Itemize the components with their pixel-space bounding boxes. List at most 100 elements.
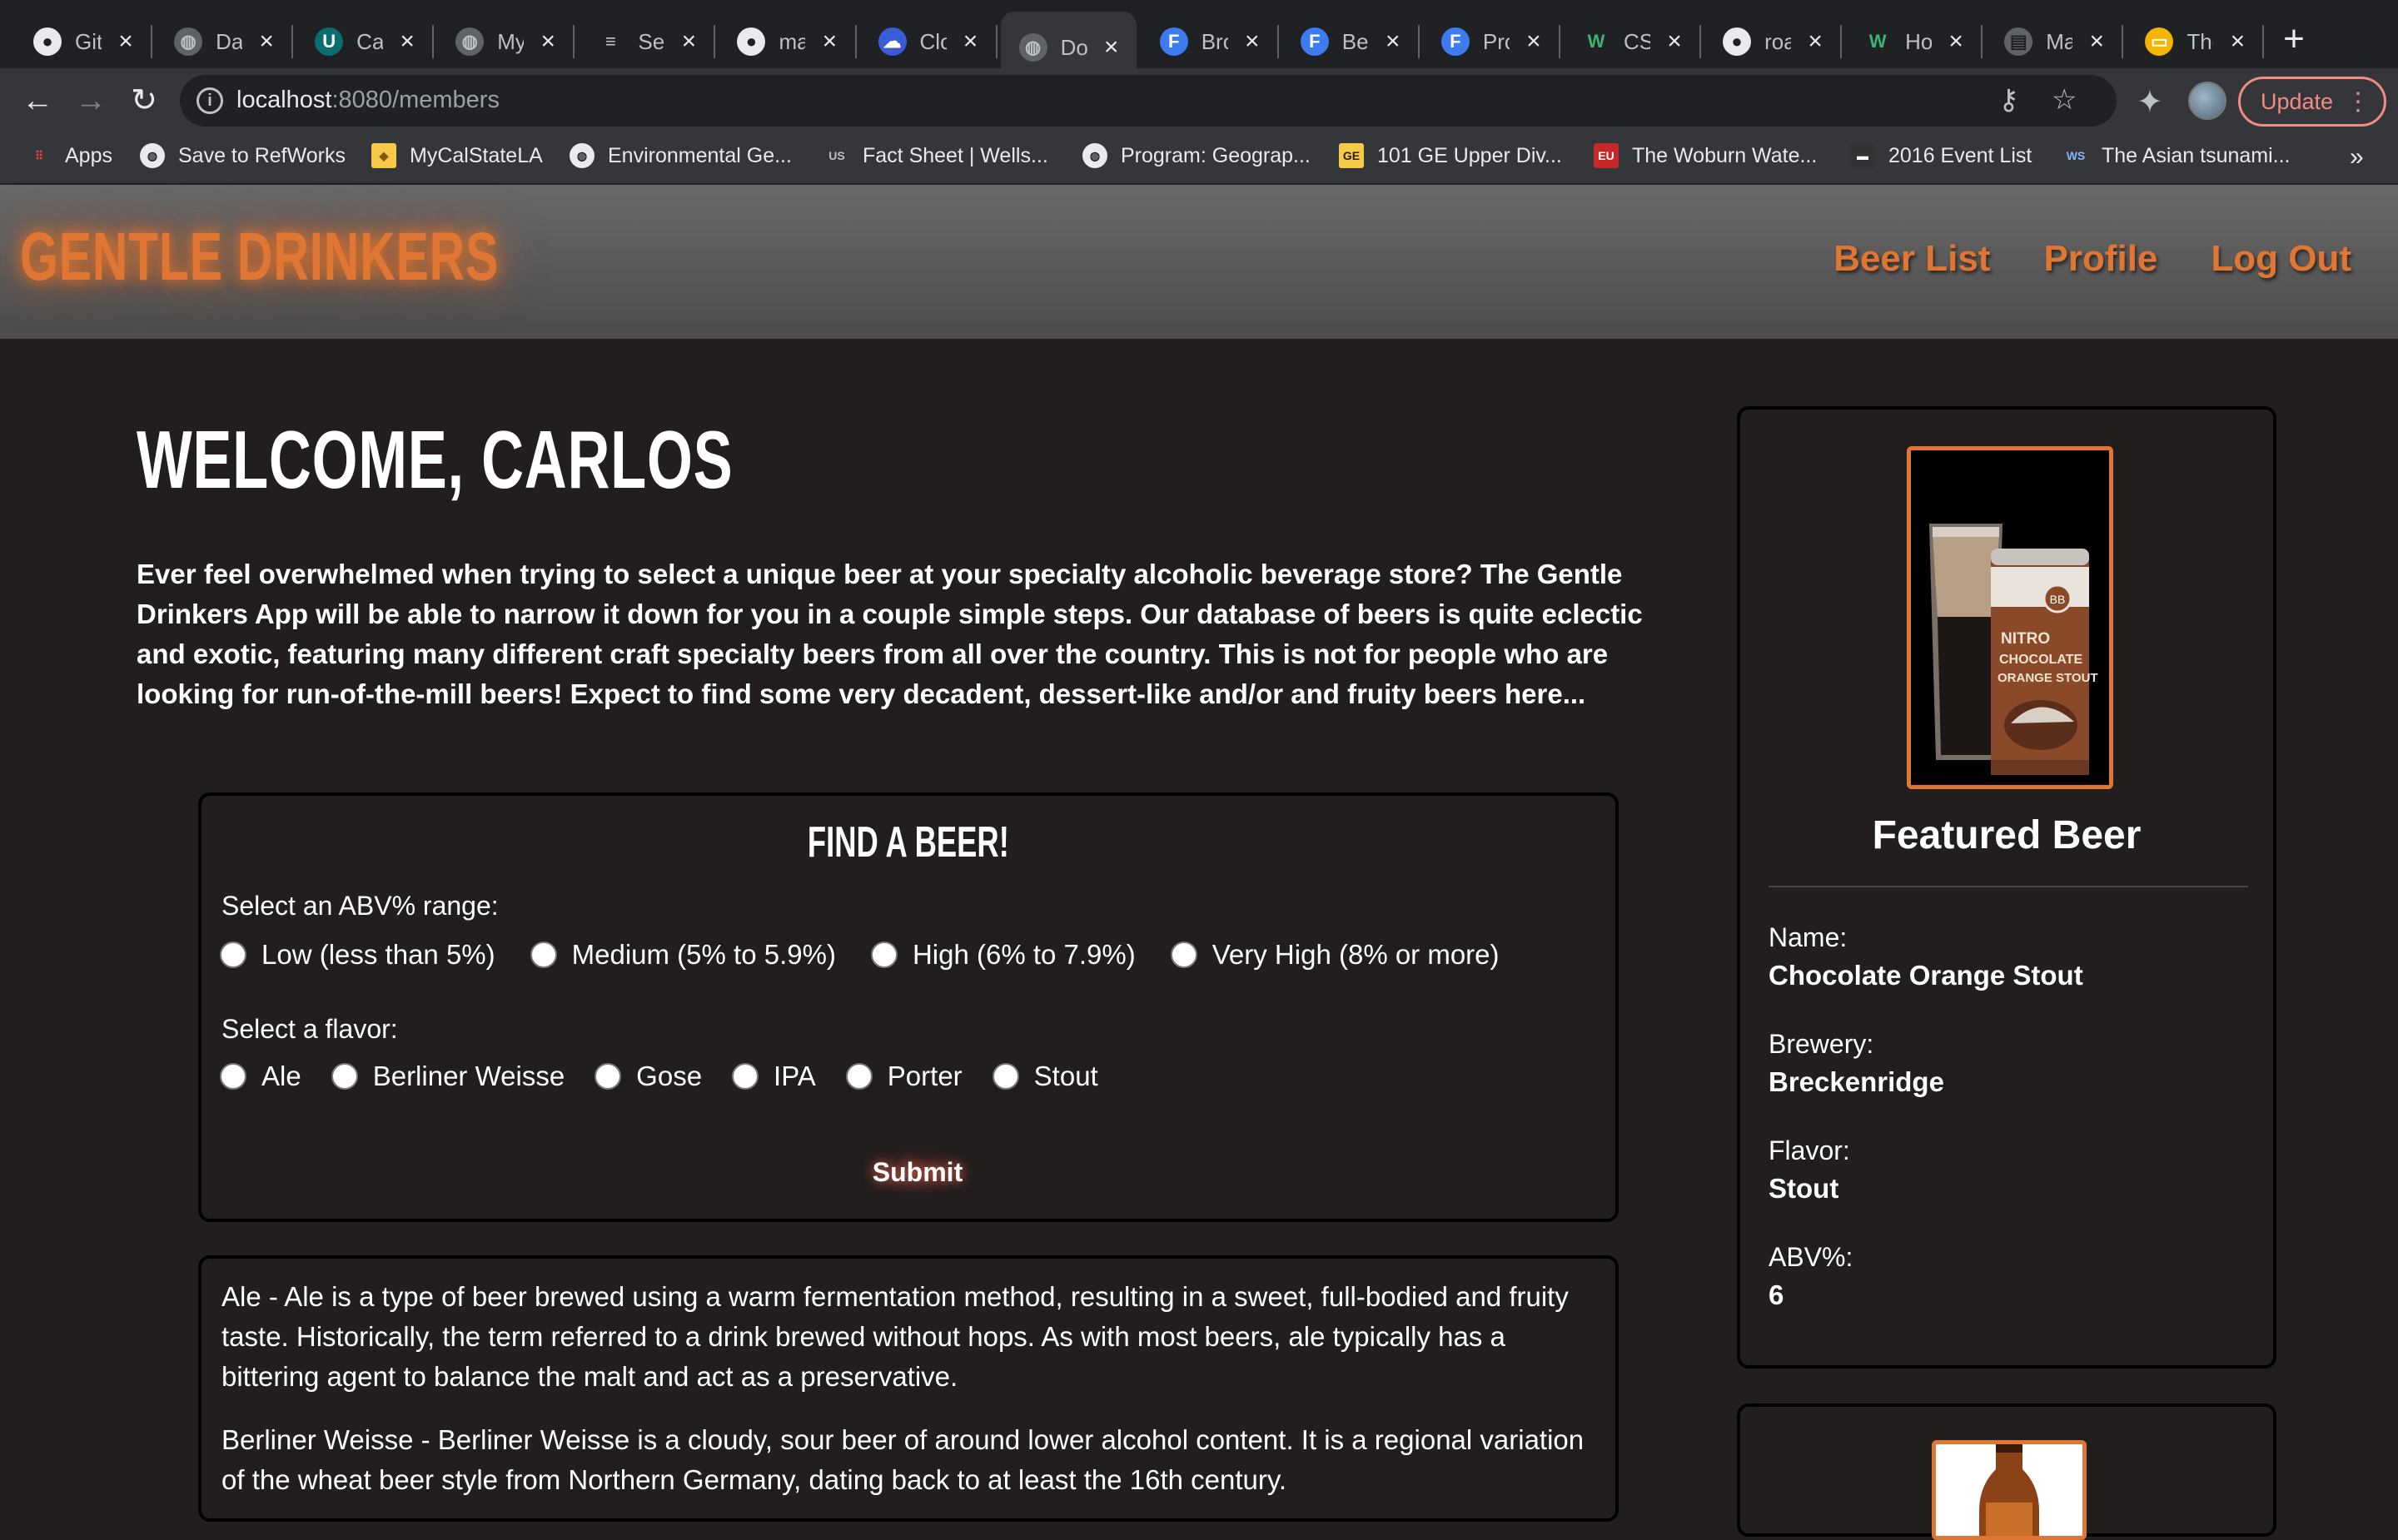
featured-name: Name: Chocolate Orange Stout [1769, 922, 2083, 991]
radio-button[interactable] [331, 1063, 358, 1090]
bookmarks-overflow-icon[interactable]: » [2350, 143, 2364, 171]
back-arrow-icon[interactable]: ← [17, 80, 58, 122]
browser-tab[interactable]: W CSS × [1564, 15, 1702, 68]
abv-option-medium[interactable]: Medium (5% to 5.9%) [530, 939, 836, 971]
reload-icon[interactable]: ↻ [123, 80, 165, 122]
profile-avatar[interactable] [2188, 82, 2226, 120]
new-tab-button[interactable]: + [2273, 18, 2315, 60]
nav-log-out[interactable]: Log Out [2211, 238, 2351, 280]
browser-tab[interactable]: F Profile × [1423, 15, 1560, 68]
epa-icon: US [828, 149, 845, 162]
bookmark-item[interactable]: ◍ Program: Geograp... [1082, 143, 1311, 168]
tab-separator [291, 25, 294, 58]
nav-profile[interactable]: Profile [2043, 238, 2157, 280]
featured-abv: ABV%: 6 [1769, 1242, 1853, 1310]
tab-title: The [2187, 28, 2213, 54]
tab-separator [995, 25, 998, 58]
abv-option-low[interactable]: Low (less than 5%) [220, 939, 495, 971]
bookmark-item[interactable]: US Fact Sheet | Wells... [824, 143, 1048, 168]
close-tab-icon[interactable]: × [1381, 27, 1405, 56]
nav-beer-list[interactable]: Beer List [1833, 238, 1990, 280]
apps-grid-icon: ⠿ [34, 148, 44, 162]
close-tab-icon[interactable]: × [958, 27, 983, 56]
beer-can-illustration: BB NITRO CHOCOLATE ORANGE STOUT [1911, 450, 2109, 785]
radio-button[interactable] [220, 941, 246, 968]
browser-tab[interactable]: ≡ Sequelize × [578, 15, 716, 68]
close-tab-icon[interactable]: × [113, 27, 138, 56]
tab-title: Canvas [356, 28, 384, 54]
browser-tab[interactable]: ◍ Dashboard × [156, 15, 294, 68]
flavor-option-gose[interactable]: Gose [595, 1061, 702, 1092]
close-tab-icon[interactable]: × [535, 27, 560, 56]
close-tab-icon[interactable]: × [395, 27, 420, 56]
close-tab-icon[interactable]: × [1803, 27, 1828, 56]
flavor-options: Ale Berliner Weisse Gose IPA Porter Stou… [220, 1061, 1098, 1092]
tab-title: Browse [1201, 28, 1228, 54]
bookmark-item[interactable]: ⠿ Apps [27, 143, 112, 168]
close-tab-icon[interactable]: × [676, 27, 701, 56]
flavor-option-stout[interactable]: Stout [992, 1061, 1098, 1092]
bookmark-item[interactable]: ◍ Environmental Ge... [570, 143, 792, 168]
address-bar[interactable]: i localhost:8080/members ⚷ ☆ [180, 75, 2117, 127]
password-key-icon[interactable]: ⚷ [1998, 83, 2019, 117]
close-tab-icon[interactable]: × [1099, 33, 1124, 62]
bookmark-item[interactable]: WS The Asian tsunami... [2063, 143, 2291, 168]
browser-tab[interactable]: ▭ The × [2127, 15, 2265, 68]
bookmark-item[interactable]: EU The Woburn Wate... [1594, 143, 1817, 168]
radio-button[interactable] [220, 1063, 246, 1090]
radio-button[interactable] [992, 1063, 1019, 1090]
globe-icon: ◍ [174, 27, 203, 56]
site-info-icon[interactable]: i [197, 87, 223, 114]
abv-option-high[interactable]: High (6% to 7.9%) [870, 939, 1136, 971]
url-text[interactable]: localhost:8080/members [236, 87, 500, 114]
bookmark-item[interactable]: ◍ Save to RefWorks [140, 143, 346, 168]
close-tab-icon[interactable]: × [1943, 27, 1968, 56]
bookmark-item[interactable]: ▬ 2016 Event List [1850, 143, 2032, 168]
extensions-puzzle-icon[interactable]: ✦ [2137, 83, 2163, 121]
tab-separator [2122, 25, 2124, 58]
flavor-option-ale[interactable]: Ale [220, 1061, 301, 1092]
description-berliner-weisse: Berliner Weisse - Berliner Weisse is a c… [221, 1424, 1585, 1495]
w-icon: W [1587, 31, 1605, 52]
radio-button[interactable] [845, 1063, 873, 1090]
browser-tab[interactable]: ☁ Cloud × [860, 15, 998, 68]
site-logo[interactable]: GENTLE DRINKERS [20, 218, 499, 296]
browser-tab[interactable]: F Browse × [1142, 15, 1279, 68]
featured-flavor: Flavor: Stout [1769, 1135, 1850, 1204]
browser-tab[interactable]: ● main × [719, 15, 857, 68]
bookmark-item[interactable]: GE 101 GE Upper Div... [1339, 143, 1562, 168]
close-tab-icon[interactable]: × [2084, 27, 2109, 56]
globe-icon: ◍ [140, 143, 165, 168]
radio-button[interactable] [732, 1063, 759, 1090]
abv-option-very-high[interactable]: Very High (8% or more) [1170, 939, 1500, 971]
radio-button[interactable] [1170, 941, 1197, 968]
menu-dots-icon[interactable]: ⋮ [2346, 87, 2371, 117]
bookmark-item[interactable]: ◆ MyCalStateLA [371, 143, 543, 168]
submit-button[interactable]: Submit [859, 1147, 976, 1197]
flavor-option-porter[interactable]: Porter [845, 1061, 963, 1092]
bookmark-star-icon[interactable]: ☆ [2052, 83, 2077, 117]
close-tab-icon[interactable]: × [254, 27, 279, 56]
browser-tab[interactable]: U Canvas × [296, 15, 435, 68]
radio-button[interactable] [870, 941, 898, 968]
close-tab-icon[interactable]: × [817, 27, 842, 56]
radio-button[interactable] [530, 941, 557, 968]
tab-title: Beer [1341, 28, 1369, 54]
close-tab-icon[interactable]: × [2225, 27, 2250, 56]
close-tab-icon[interactable]: × [1662, 27, 1687, 56]
browser-tab[interactable]: F Beer × [1282, 15, 1420, 68]
browser-tab[interactable]: ◍ My × [437, 15, 575, 68]
browser-tab[interactable]: ● GitHub × [15, 15, 153, 68]
flavor-option-ipa[interactable]: IPA [732, 1061, 816, 1092]
github-icon: ● [33, 27, 62, 56]
close-tab-icon[interactable]: × [1240, 27, 1265, 56]
browser-tab[interactable]: ● roadmap × [1704, 15, 1843, 68]
forward-arrow-icon[interactable]: → [70, 80, 112, 122]
close-tab-icon[interactable]: × [1521, 27, 1546, 56]
flavor-option-berliner-weisse[interactable]: Berliner Weisse [331, 1061, 565, 1092]
browser-tab[interactable]: W How × [1845, 15, 1983, 68]
update-button[interactable]: Update ⋮ [2238, 77, 2386, 127]
radio-button[interactable] [595, 1063, 622, 1090]
browser-tab[interactable]: ▤ Make × [1986, 15, 2124, 68]
site-header: GENTLE DRINKERS Beer List Profile Log Ou… [0, 185, 2398, 339]
